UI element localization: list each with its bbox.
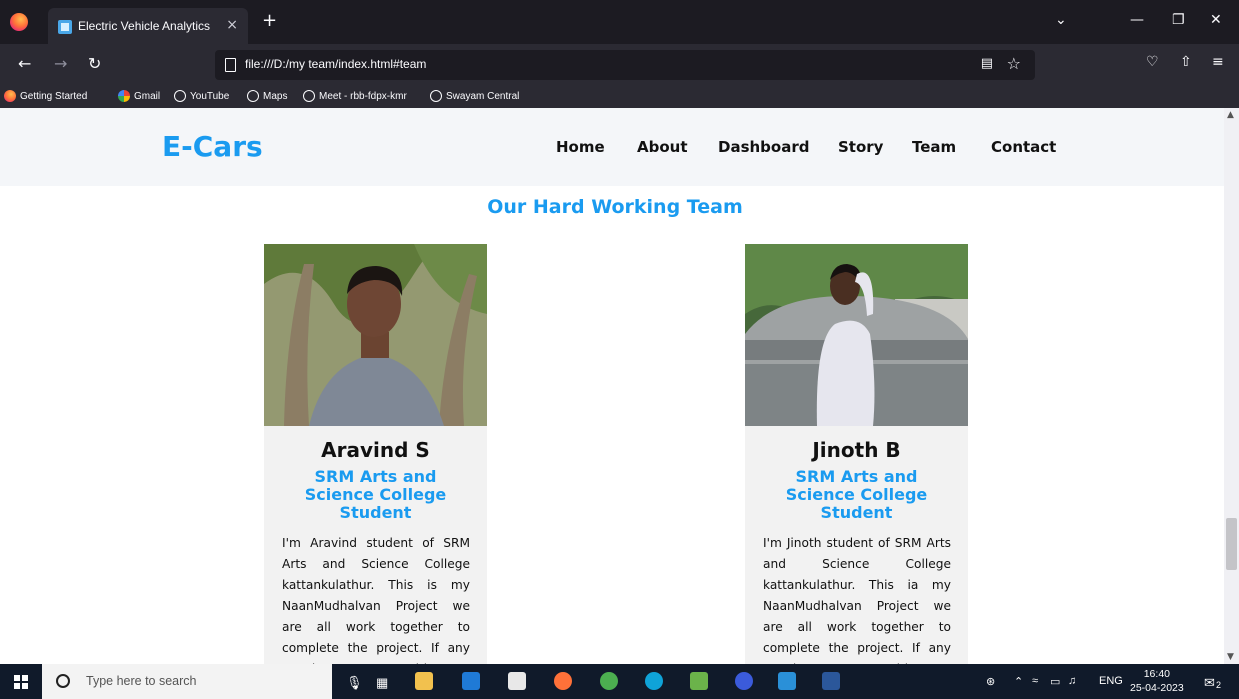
notification-count: 2 [1216, 680, 1222, 690]
volume-icon[interactable]: ♫ [1068, 675, 1076, 687]
taskbar-search[interactable]: Type here to search [42, 664, 332, 699]
bookmark-maps[interactable]: Maps [247, 90, 287, 102]
firefox-icon[interactable] [10, 13, 28, 31]
clock-time: 16:40 [1143, 668, 1170, 680]
windows-taskbar: Type here to search 🎙 ▦ ⊛ ⌃ ≈ ▭ ♫ ENG 16… [0, 664, 1239, 699]
member-name: Jinoth B [812, 438, 901, 462]
reload-icon[interactable]: ↻ [88, 54, 101, 73]
tab-close-button[interactable]: × [226, 17, 238, 33]
store-icon[interactable] [508, 672, 526, 690]
edge-icon[interactable] [645, 672, 663, 690]
pocket-icon[interactable]: ♡ [1146, 54, 1159, 70]
team-card: Jinoth B SRM Arts and Science College St… [745, 244, 968, 664]
browser-tab-bar: Electric Vehicle Analytics × + ⌄ — ❐ ✕ [0, 0, 1239, 44]
member-bio: I'm Aravind student of SRM Arts and Scie… [282, 536, 470, 664]
bookmark-youtube[interactable]: YouTube [174, 90, 229, 102]
bookmark-meet[interactable]: Meet - rbb-fdpx-kmr [303, 90, 407, 102]
new-tab-button[interactable]: + [262, 10, 277, 31]
restore-icon[interactable]: ❐ [1172, 12, 1185, 28]
scroll-down-icon[interactable]: ▼ [1227, 652, 1234, 662]
site-header: E-Cars Home About Dashboard Story Team C… [0, 108, 1224, 186]
people-icon[interactable]: ⊛ [986, 675, 995, 688]
member-bio: I'm Jinoth student of SRM Arts and Scien… [763, 536, 951, 664]
member-photo [264, 244, 487, 426]
wifi-icon[interactable]: ≈ [1032, 675, 1038, 687]
bookmark-swayam[interactable]: Swayam Central [430, 90, 519, 102]
windows-start-icon[interactable] [14, 675, 28, 689]
globe-icon [247, 90, 259, 102]
bookmark-gmail[interactable]: Gmail [118, 90, 160, 102]
firefox-taskbar-icon[interactable] [554, 672, 572, 690]
nav-link-about[interactable]: About [637, 138, 688, 156]
nav-link-team[interactable]: Team [912, 138, 956, 156]
globe-icon [174, 90, 186, 102]
url-text[interactable]: file:///D:/my team/index.html#team [245, 57, 426, 71]
share-icon[interactable]: ⇧ [1180, 54, 1192, 70]
close-window-icon[interactable]: ✕ [1210, 12, 1222, 28]
site-logo[interactable]: E-Cars [162, 130, 263, 163]
member-photo [745, 244, 968, 426]
nav-link-home[interactable]: Home [556, 138, 605, 156]
vpn-icon[interactable] [735, 672, 753, 690]
page-scrollbar[interactable]: ▲ ▼ [1224, 108, 1239, 664]
notification-icon[interactable]: ✉ [1204, 675, 1215, 691]
cortana-icon [56, 674, 70, 688]
microphone-icon[interactable]: 🎙 [346, 675, 363, 691]
member-name: Aravind S [321, 438, 430, 462]
globe-icon [303, 90, 315, 102]
chrome-icon[interactable] [600, 672, 618, 690]
browser-tab[interactable]: Electric Vehicle Analytics × [48, 8, 248, 44]
task-view-icon[interactable]: ▦ [376, 675, 388, 691]
tab-title: Electric Vehicle Analytics [78, 19, 211, 33]
scroll-up-icon[interactable]: ▲ [1227, 110, 1234, 120]
nav-link-dashboard[interactable]: Dashboard [718, 138, 809, 156]
forward-icon[interactable]: → [54, 54, 67, 73]
battery-icon[interactable]: ▭ [1050, 675, 1060, 688]
file-explorer-icon[interactable] [415, 672, 433, 690]
google-icon [118, 90, 130, 102]
language-indicator[interactable]: ENG [1099, 675, 1123, 687]
member-role: SRM Arts and Science College Student [304, 467, 447, 522]
list-all-tabs-icon[interactable]: ⌄ [1055, 12, 1067, 28]
app-icon[interactable] [690, 672, 708, 690]
nav-link-story[interactable]: Story [838, 138, 883, 156]
vscode-icon[interactable] [778, 672, 796, 690]
scrollbar-thumb[interactable] [1226, 518, 1237, 570]
member-role: SRM Arts and Science College Student [785, 467, 928, 522]
word-icon[interactable] [822, 672, 840, 690]
bookmark-getting-started[interactable]: Getting Started [4, 90, 87, 102]
browser-nav-bar: ← → ↻ file:///D:/my team/index.html#team… [0, 44, 1239, 86]
nav-link-contact[interactable]: Contact [991, 138, 1056, 156]
page-viewport: E-Cars Home About Dashboard Story Team C… [0, 108, 1224, 664]
address-bar[interactable]: file:///D:/my team/index.html#team ▤ ☆ [215, 50, 1035, 80]
page-icon [225, 58, 236, 72]
bookmark-star-icon[interactable]: ☆ [1007, 54, 1021, 73]
firefox-small-icon [4, 90, 16, 102]
minimize-icon[interactable]: — [1130, 12, 1144, 28]
globe-icon [430, 90, 442, 102]
taskbar-clock[interactable]: 16:40 25-04-2023 [1130, 667, 1184, 695]
taskbar-search-placeholder: Type here to search [86, 674, 197, 688]
reader-view-icon[interactable]: ▤ [981, 56, 993, 71]
tab-favicon-icon [58, 20, 72, 34]
mail-icon[interactable] [462, 672, 480, 690]
menu-icon[interactable]: ≡ [1212, 54, 1224, 70]
clock-date: 25-04-2023 [1130, 682, 1184, 694]
bookmarks-bar: Getting Started Gmail YouTube Maps Meet … [0, 86, 1239, 108]
team-card: Aravind S SRM Arts and Science College S… [264, 244, 487, 664]
back-icon[interactable]: ← [18, 54, 31, 73]
section-title: Our Hard Working Team [487, 196, 743, 218]
show-hidden-icons[interactable]: ⌃ [1014, 675, 1023, 688]
